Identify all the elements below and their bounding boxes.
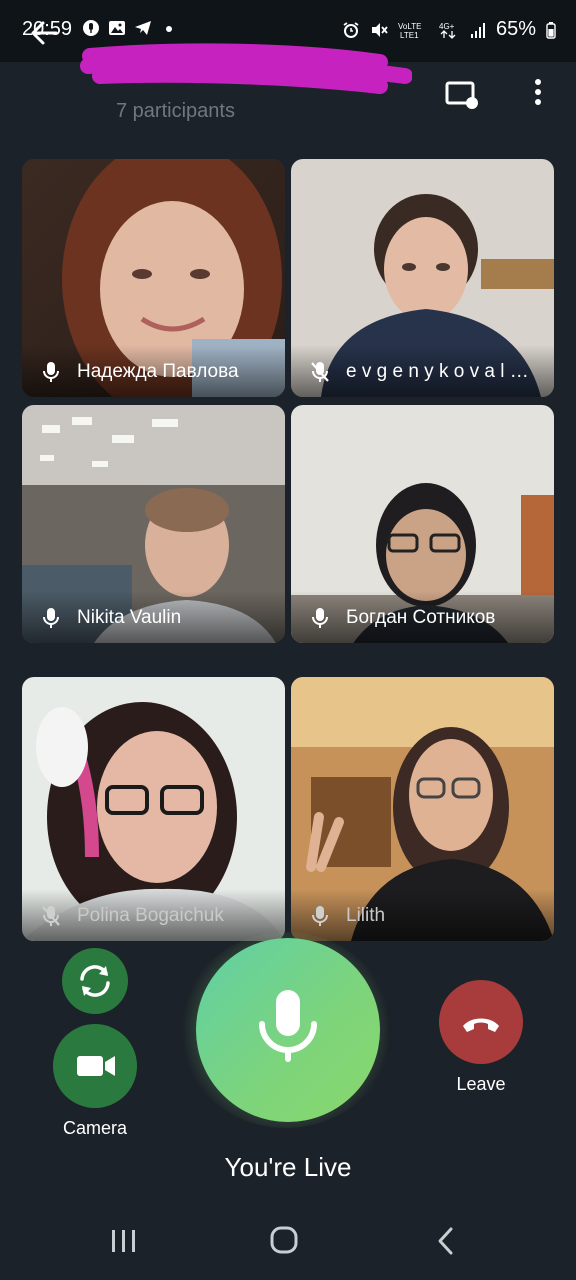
participant-tile[interactable]: e v g e n y k o v a l … (291, 159, 554, 397)
phone-hangup-icon (463, 1018, 499, 1032)
microphone-icon (43, 362, 59, 382)
microphone-icon (312, 608, 328, 628)
participant-tile[interactable]: Polina Bogaichuk (22, 677, 285, 941)
participant-name: Polina Bogaichuk (77, 905, 224, 926)
participant-name: Lilith (346, 905, 386, 926)
rotate-camera-icon (80, 965, 110, 997)
participant-tile[interactable]: Nikita Vaulin (22, 405, 285, 643)
home-icon[interactable] (268, 1226, 302, 1256)
microphone-muted-icon (42, 906, 60, 926)
video-camera-icon (77, 1056, 115, 1076)
participant-tile[interactable]: Богдан Сотников (291, 405, 554, 643)
participant-name: Богдан Сотников (346, 607, 496, 628)
status-icons-right: VoLTE LTE1 4G+ 65% (342, 18, 556, 41)
participant-tile[interactable]: Lilith (291, 677, 554, 941)
back-nav-icon[interactable] (434, 1226, 458, 1256)
battery-icon (546, 21, 556, 39)
call-controls: Camera You're Live Leave (0, 932, 576, 1200)
participant-name: Надежда Павлова (77, 361, 239, 382)
microphone-icon (43, 608, 59, 628)
alarm-icon (343, 21, 359, 38)
more-options-icon[interactable] (528, 76, 548, 110)
camera-button[interactable] (53, 1024, 137, 1108)
redacted-title-scribble (80, 43, 412, 94)
svg-text:VoLTE: VoLTE (398, 22, 421, 31)
flip-camera-button[interactable] (62, 948, 128, 1014)
recent-apps-icon[interactable] (108, 1228, 140, 1254)
screen-share-icon[interactable] (444, 78, 480, 112)
signal-bars-icon (470, 22, 485, 38)
telegram-icon (135, 21, 151, 35)
signal-4g-icon: 4G+ (439, 22, 456, 39)
participants-count: 7 participants (116, 100, 235, 122)
svg-text:4G+: 4G+ (439, 22, 455, 31)
participant-tile[interactable]: Надежда Павлова (22, 159, 285, 397)
microphone-muted-icon (311, 362, 329, 382)
battery-percent: 65% (495, 18, 536, 40)
mute-icon (371, 22, 388, 37)
image-icon (109, 21, 125, 35)
microphone-button[interactable] (196, 938, 380, 1122)
leave-label: Leave (456, 1074, 506, 1094)
back-arrow-icon[interactable] (28, 16, 62, 50)
voice-icon (83, 20, 99, 36)
leave-button[interactable] (439, 980, 523, 1064)
camera-label: Camera (62, 1118, 128, 1138)
status-icons-left (82, 19, 178, 37)
participant-name: Nikita Vaulin (77, 607, 182, 628)
participant-name: e v g e n y k o v a l … (346, 361, 529, 382)
navigation-bar (0, 1200, 576, 1280)
dot-icon (166, 26, 172, 32)
volte-icon: VoLTELTE1 (398, 22, 421, 39)
svg-text:LTE1: LTE1 (400, 31, 419, 39)
live-status: You're Live (224, 1152, 352, 1182)
microphone-large-icon (259, 990, 317, 1062)
microphone-icon (312, 906, 328, 926)
